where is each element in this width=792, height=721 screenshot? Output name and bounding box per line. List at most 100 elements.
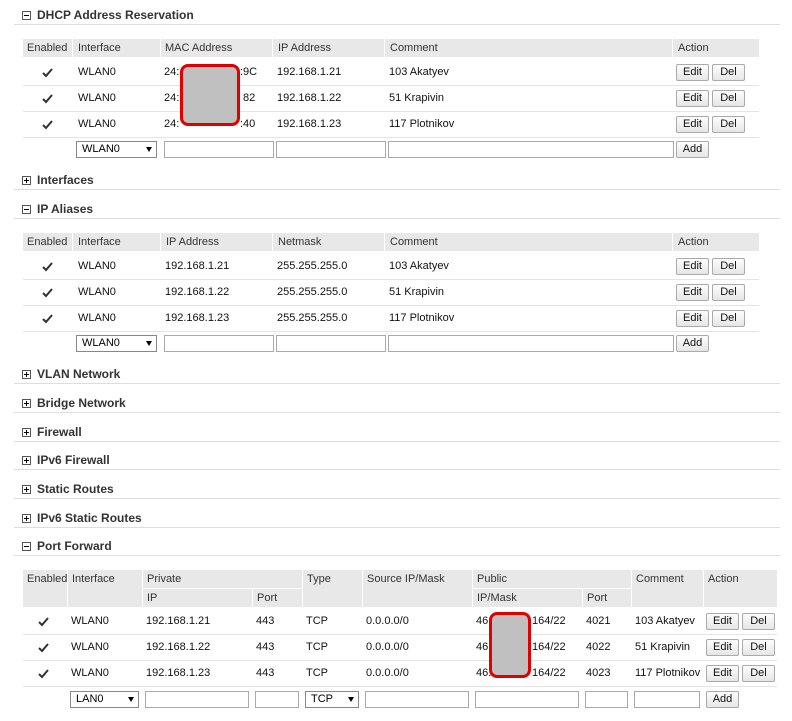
row-comment: 103 Akatyev [389,260,449,272]
interface-select[interactable]: LAN0 [70,691,139,708]
row-public-prefix: 46 [476,641,489,653]
edit-button[interactable]: Edit [676,116,709,133]
add-button[interactable]: Add [676,141,709,158]
enabled-checkbox[interactable] [41,66,54,79]
col-interface: Interface [78,236,121,248]
edit-button[interactable]: Edit [706,665,739,682]
delete-button[interactable]: Del [712,284,745,301]
edit-button[interactable]: Edit [706,639,739,656]
expand-plus-icon[interactable] [22,455,31,465]
section-header-ipv6-firewall[interactable]: IPv6 Firewall [22,451,110,469]
col-private-ip: IP [147,592,158,604]
edit-button[interactable]: Edit [676,258,709,275]
enabled-checkbox[interactable] [37,615,50,628]
type-select[interactable]: TCP [305,691,359,708]
section-header-firewall[interactable]: Firewall [22,423,82,441]
row-public-port: 4022 [586,641,611,653]
col-mac: MAC Address [165,42,233,54]
section-title: Bridge Network [37,396,126,410]
delete-button[interactable]: Del [712,310,745,327]
col-private: Private [147,573,182,585]
add-button[interactable]: Add [706,691,739,708]
enabled-checkbox[interactable] [37,667,50,680]
enabled-checkbox[interactable] [41,118,54,131]
expand-plus-icon[interactable] [22,427,31,437]
section-header-bridge-network[interactable]: Bridge Network [22,394,126,412]
private-ip-input[interactable] [145,691,249,708]
row-type: TCP [306,641,328,653]
row-source: 0.0.0.0/0 [366,641,409,653]
public-port-input[interactable] [585,691,628,708]
row-interface: WLAN0 [78,286,116,298]
delete-button[interactable]: Del [742,639,775,656]
row-comment: 117 Plotnikov [635,667,701,679]
edit-button[interactable]: Edit [676,90,709,107]
netmask-input[interactable] [276,335,386,352]
row-public-suffix: 164/22 [532,667,566,679]
row-type: TCP [306,667,328,679]
section-header-ipv6-static-routes[interactable]: IPv6 Static Routes [22,509,142,527]
row-interface: WLAN0 [78,260,116,272]
row-private-ip: 192.168.1.23 [146,667,211,679]
col-public: Public [477,573,507,585]
collapse-minus-icon[interactable] [22,204,31,214]
row-comment: 117 Plotnikov [389,118,455,130]
expand-plus-icon[interactable] [22,398,31,408]
edit-button[interactable]: Edit [676,64,709,81]
row-public-suffix: 164/22 [532,641,566,653]
edit-button[interactable]: Edit [676,284,709,301]
expand-plus-icon[interactable] [22,175,31,185]
enabled-checkbox[interactable] [41,312,54,325]
enabled-checkbox[interactable] [41,260,54,273]
interface-select[interactable]: WLAN0 [76,141,157,158]
row-source: 0.0.0.0/0 [366,615,409,627]
enabled-checkbox[interactable] [37,641,50,654]
section-title: IP Aliases [37,202,94,216]
section-header-static-routes[interactable]: Static Routes [22,480,114,498]
interface-select[interactable]: WLAN0 [76,335,157,352]
col-public-port: Port [587,592,608,604]
expand-plus-icon[interactable] [22,484,31,494]
section-header-vlan-network[interactable]: VLAN Network [22,365,120,383]
row-interface: WLAN0 [78,92,116,104]
delete-button[interactable]: Del [712,90,745,107]
col-comment: Comment [390,236,438,248]
section-header-ip-aliases[interactable]: IP Aliases [22,200,93,218]
col-interface: Interface [78,42,121,54]
delete-button[interactable]: Del [742,613,775,630]
add-button[interactable]: Add [676,335,709,352]
collapse-minus-icon[interactable] [22,10,31,20]
section-header-interfaces[interactable]: Interfaces [22,171,94,189]
collapse-minus-icon[interactable] [22,541,31,551]
delete-button[interactable]: Del [712,258,745,275]
edit-button[interactable]: Edit [706,613,739,630]
col-enabled: Enabled [27,42,68,54]
delete-button[interactable]: Del [712,64,745,81]
ip-input[interactable] [276,141,386,158]
source-input[interactable] [365,691,469,708]
section-header-port-forward[interactable]: Port Forward [22,537,112,555]
row-private-ip: 192.168.1.22 [146,641,211,653]
enabled-checkbox[interactable] [41,286,54,299]
delete-button[interactable]: Del [712,116,745,133]
comment-input[interactable] [388,141,674,158]
edit-button[interactable]: Edit [676,310,709,327]
comment-input[interactable] [634,691,700,708]
private-port-input[interactable] [255,691,299,708]
row-netmask: 255.255.255.0 [277,260,348,272]
public-ip-input[interactable] [475,691,579,708]
comment-input[interactable] [388,335,674,352]
enabled-checkbox[interactable] [41,92,54,105]
ip-input[interactable] [164,335,274,352]
dropdown-arrow-icon [348,697,354,702]
section-header-dhcp[interactable]: DHCP Address Reservation [22,6,194,24]
row-comment: 51 Krapivin [635,641,691,653]
col-private-port: Port [257,592,278,604]
col-action: Action [678,42,709,54]
row-public-port: 4021 [586,615,611,627]
delete-button[interactable]: Del [742,665,775,682]
dropdown-arrow-icon [146,147,152,152]
expand-plus-icon[interactable] [22,369,31,379]
expand-plus-icon[interactable] [22,513,31,523]
mac-input[interactable] [164,141,274,158]
